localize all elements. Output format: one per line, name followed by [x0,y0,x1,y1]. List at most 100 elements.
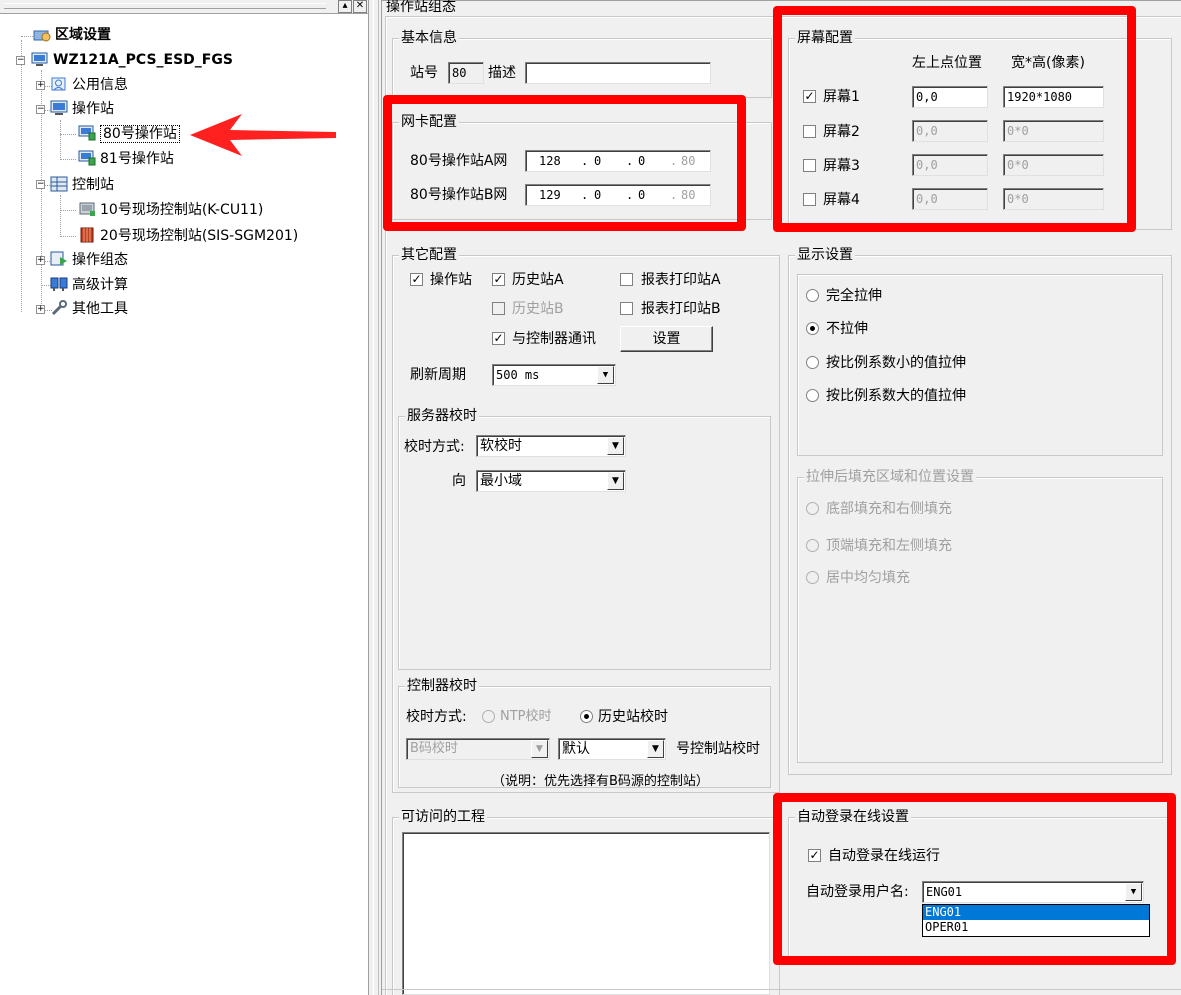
default-station-select[interactable]: 默认 ▼ [558,738,666,760]
ctrl-time-mode-label: 校时方式: [406,709,467,725]
highlight-screen-config [773,6,1136,232]
close-icon[interactable]: ✕ [353,0,367,13]
control-station-icon [50,176,68,192]
wrench-icon [50,300,68,316]
region-settings-icon [33,26,51,42]
fill-top-left-label: 顶端填充和左侧填充 [826,538,952,554]
chevron-down-icon[interactable]: ▼ [531,740,548,758]
tree-item-operator-stations[interactable]: 操作站 [50,98,114,120]
refresh-label: 刷新周期 [410,367,466,383]
ctrl-time-note: （说明：优先选择有B码源的控制站） [492,774,709,789]
basic-info-title: 基本信息 [399,29,459,47]
report-a-checkbox[interactable] [620,273,633,286]
history-b-checkbox[interactable] [492,302,505,315]
tree-panel-header: ▴ ✕ [0,0,368,14]
op-station-label: 操作站 [430,272,472,288]
panel-title: 操作站组态 [386,0,456,15]
ctrl-comm-label: 与控制器通讯 [512,331,596,347]
project-tree-panel: ▴ ✕ − + − − + + 区域设置 WZ121A_PCS_ESD_FGS … [0,0,368,995]
history-sync-label: 历史站校时 [598,709,668,725]
tree-item-control-stations[interactable]: 控制站 [50,174,114,196]
report-a-label: 报表打印站A [641,272,721,288]
tree-item-other-tools[interactable]: 其他工具 [50,298,128,320]
highlight-nic-config [383,95,746,231]
fill-settings-group: 拉伸后填充区域和位置设置 [797,468,1163,763]
stretch-full-radio[interactable] [806,289,819,302]
history-a-checkbox[interactable]: ✓ [492,273,505,286]
chevron-down-icon[interactable]: ▼ [597,366,614,384]
history-a-label: 历史站A [512,272,564,288]
setup-button[interactable]: 设置 [620,326,713,352]
no-stretch-label: 不拉伸 [826,321,868,337]
tree-item-op80[interactable]: 80号操作站 [78,123,180,145]
fill-top-left-radio[interactable] [806,539,819,552]
station-no-field[interactable]: 80 [448,62,484,84]
stretch-max-radio[interactable] [806,389,819,402]
op-station-checkbox[interactable]: ✓ [410,273,423,286]
bottom-edge [382,989,1181,995]
server-time-dir-label: 向 [452,473,466,489]
tree-item-cs10[interactable]: 10号现场控制站(K-CU11) [78,199,263,221]
other-config-title: 其它配置 [399,246,459,264]
tree-item-public-info[interactable]: 公用信息 [50,74,128,96]
ctrl-time-suffix: 号控制站校时 [676,741,760,757]
fill-center-radio[interactable] [806,571,819,584]
expand-tools-icon[interactable]: + [36,305,45,314]
fill-center-label: 居中均匀填充 [826,570,910,586]
server-time-mode-select[interactable]: 软校时 ▼ [476,435,626,457]
collapse-operator-icon[interactable]: − [36,105,45,114]
projects-list[interactable] [402,832,770,995]
tree-item-cs20[interactable]: 20号现场控制站(SIS-SGM201) [78,225,298,247]
report-b-label: 报表打印站B [641,301,721,317]
no-stretch-radio[interactable] [806,322,819,335]
calc-icon [50,276,68,292]
sis-controller-icon [78,227,96,243]
server-time-mode-label: 校时方式: [404,439,465,455]
chevron-down-icon[interactable]: ▼ [607,437,624,455]
fill-bottom-right-radio[interactable] [806,502,819,515]
history-b-label: 历史站B [512,301,564,317]
collapse-control-icon[interactable]: − [36,180,45,189]
tree-item-project[interactable]: WZ121A_PCS_ESD_FGS [31,49,233,71]
station-no-label: 站号 [410,65,438,81]
ctrl-comm-checkbox[interactable]: ✓ [492,332,505,345]
report-b-checkbox[interactable] [620,302,633,315]
stretch-min-label: 按比例系数小的值拉伸 [826,355,966,371]
desc-label: 描述 [488,65,516,81]
ntp-radio[interactable] [482,710,495,723]
bcode-select[interactable]: B码校时 ▼ [406,738,550,760]
server-time-dir-select[interactable]: 最小域 ▼ [476,470,626,492]
fill-settings-title: 拉伸后填充区域和位置设置 [804,468,976,486]
desc-field[interactable] [525,62,711,84]
stretch-full-label: 完全拉伸 [826,288,882,304]
stretch-min-radio[interactable] [806,356,819,369]
highlight-autologin [773,793,1176,965]
public-info-icon [50,76,68,92]
fill-bottom-right-label: 底部填充和右侧填充 [826,501,952,517]
expand-opconfig-icon[interactable]: + [36,256,45,265]
project-icon [31,51,49,67]
ntp-label: NTP校时 [500,709,552,724]
operator-station-icon [78,125,96,141]
tree-item-region-settings[interactable]: 区域设置 [33,24,111,46]
ctrl-time-title: 控制器校时 [405,677,479,695]
tree-item-adv-calc[interactable]: 高级计算 [50,274,128,296]
history-sync-radio[interactable] [580,710,593,723]
panel-splitter[interactable] [368,0,382,995]
collapse-project-icon[interactable]: − [16,56,25,65]
field-controller-icon [78,201,96,217]
expand-public-icon[interactable]: + [36,81,45,90]
tree-item-op-config[interactable]: 操作组态 [50,249,128,271]
display-settings-title: 显示设置 [795,246,855,264]
op-config-icon [50,251,68,267]
refresh-select[interactable]: 500 ms ▼ [492,364,616,386]
chevron-down-icon[interactable]: ▼ [647,740,664,758]
server-time-title: 服务器校时 [405,407,479,425]
tree-item-op81[interactable]: 81号操作站 [78,148,174,170]
stretch-max-label: 按比例系数大的值拉伸 [826,388,966,404]
red-arrow-annotation [190,114,336,156]
chevron-down-icon[interactable]: ▼ [607,472,624,490]
projects-title: 可访问的工程 [399,808,487,826]
monitor-icon [50,100,68,116]
restore-icon[interactable]: ▴ [338,0,352,13]
